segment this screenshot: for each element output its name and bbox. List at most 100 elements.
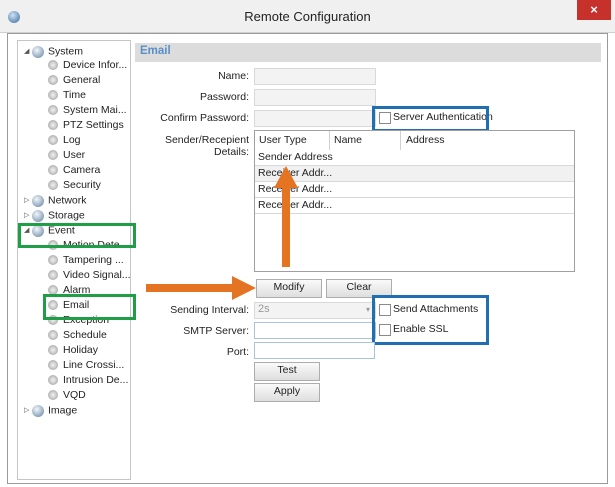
column-divider <box>329 131 330 150</box>
tree-label: System <box>48 45 84 58</box>
tree-label: PTZ Settings <box>63 119 124 131</box>
tree-item-network[interactable]: ▷ Network <box>24 194 87 207</box>
table-row[interactable]: Receiver Addr... <box>255 182 574 198</box>
settings-gear-icon <box>48 375 58 386</box>
column-header-name[interactable]: Name <box>334 131 402 150</box>
sending-interval-label: Sending Interval: <box>170 304 249 316</box>
column-header-address[interactable]: Address <box>406 131 566 150</box>
config-tree[interactable]: ◢ System Device Infor... General Time Sys… <box>17 40 131 480</box>
tree-label: User <box>63 149 86 161</box>
globe-icon <box>32 194 44 207</box>
tree-label: Log <box>63 134 81 146</box>
table-row[interactable]: Receiver Addr... <box>255 166 574 182</box>
tree-item-ptz-settings[interactable]: PTZ Settings <box>48 119 124 132</box>
apply-button[interactable]: Apply <box>254 383 320 402</box>
arrow-to-table <box>282 187 290 267</box>
tree-item-security[interactable]: Security <box>48 179 101 192</box>
settings-gear-icon <box>48 330 58 341</box>
smtp-server-label: SMTP Server: <box>183 325 249 337</box>
name-field[interactable] <box>254 68 376 85</box>
expand-down-icon[interactable]: ◢ <box>24 45 32 58</box>
expand-right-icon[interactable]: ▷ <box>24 404 32 417</box>
settings-gear-icon <box>48 255 58 266</box>
tree-label: Holiday <box>63 344 99 356</box>
tree-item-video-signal[interactable]: Video Signal... <box>48 269 131 282</box>
dropdown-arrow-icon[interactable]: ▾ <box>366 303 370 316</box>
tree-label: Tampering ... <box>63 254 124 266</box>
tree-item-intrusion-detection[interactable]: Intrusion De... <box>48 374 128 387</box>
highlight-box-attachments-ssl <box>372 295 489 345</box>
tree-item-general[interactable]: General <box>48 74 100 87</box>
tree-item-holiday[interactable]: Holiday <box>48 344 98 357</box>
highlight-box-email <box>43 294 136 320</box>
table-cell: Receiver Addr... <box>258 199 333 211</box>
modify-button[interactable]: Modify <box>256 279 322 298</box>
section-title: Email <box>140 45 171 57</box>
tree-label: Network <box>48 194 87 207</box>
settings-gear-icon <box>48 135 58 146</box>
tree-label: System Mai... <box>63 104 127 116</box>
tree-label: Line Crossi... <box>63 359 125 371</box>
settings-gear-icon <box>48 75 58 86</box>
port-label: Port: <box>226 346 249 358</box>
tree-item-user[interactable]: User <box>48 149 85 162</box>
settings-gear-icon <box>48 345 58 356</box>
arrowhead-right-icon <box>232 276 256 300</box>
globe-icon <box>32 45 44 58</box>
tree-item-vqd[interactable]: VQD <box>48 389 86 402</box>
settings-gear-icon <box>48 390 58 401</box>
expand-right-icon[interactable]: ▷ <box>24 194 32 207</box>
tree-item-tampering[interactable]: Tampering ... <box>48 254 124 267</box>
table-row[interactable]: Sender Address <box>255 150 574 166</box>
sending-interval-select[interactable]: 2s ▾ <box>254 302 376 319</box>
tree-item-system[interactable]: ◢ System <box>24 45 83 58</box>
recipients-table[interactable]: User Type Name Address Sender Address Re… <box>254 130 575 272</box>
tree-item-camera[interactable]: Camera <box>48 164 100 177</box>
tree-label: Device Infor... <box>63 59 128 71</box>
password-field[interactable] <box>254 89 376 106</box>
highlight-box-server-auth <box>372 106 489 132</box>
password-label: Password: <box>199 91 249 103</box>
settings-gear-icon <box>48 105 58 116</box>
port-field[interactable] <box>254 342 375 359</box>
expand-right-icon[interactable]: ▷ <box>24 209 32 222</box>
arrowhead-up-icon <box>274 166 298 188</box>
close-button[interactable]: × <box>577 0 611 20</box>
tree-item-schedule[interactable]: Schedule <box>48 329 107 342</box>
settings-gear-icon <box>48 180 58 191</box>
confirm-password-label: Confirm Password: <box>160 112 249 124</box>
tree-label: Schedule <box>63 329 107 341</box>
settings-gear-icon <box>48 150 58 161</box>
arrow-to-modify <box>146 284 233 292</box>
settings-gear-icon <box>48 270 58 281</box>
tree-item-storage[interactable]: ▷ Storage <box>24 209 85 222</box>
highlight-box-event <box>18 223 136 248</box>
tree-item-device-info[interactable]: Device Infor... <box>48 59 127 72</box>
tree-label: Storage <box>48 209 85 222</box>
section-header-bar <box>135 43 601 62</box>
tree-item-system-maintenance[interactable]: System Mai... <box>48 104 127 117</box>
tree-item-time[interactable]: Time <box>48 89 86 102</box>
column-header-user-type[interactable]: User Type <box>259 131 331 150</box>
test-button[interactable]: Test <box>254 362 320 381</box>
globe-icon <box>32 209 44 222</box>
sending-interval-value: 2s <box>258 303 270 315</box>
tree-item-image[interactable]: ▷ Image <box>24 404 77 417</box>
tree-label: Time <box>63 89 86 101</box>
smtp-server-field[interactable] <box>254 322 376 339</box>
table-cell: Sender Address <box>258 151 333 163</box>
details-label: Sender/Recepient Details: <box>164 134 249 158</box>
tree-label: Image <box>48 404 78 417</box>
settings-gear-icon <box>48 165 58 176</box>
tree-item-line-crossing[interactable]: Line Crossi... <box>48 359 124 372</box>
settings-gear-icon <box>48 360 58 371</box>
settings-gear-icon <box>48 90 58 101</box>
tree-label: VQD <box>63 389 86 401</box>
tree-label: Security <box>63 179 101 191</box>
confirm-password-field[interactable] <box>254 110 376 127</box>
tree-label: Intrusion De... <box>63 374 129 386</box>
tree-item-log[interactable]: Log <box>48 134 81 147</box>
globe-icon <box>32 404 44 417</box>
table-row[interactable]: Receiver Addr... <box>255 198 574 214</box>
column-divider <box>400 131 401 150</box>
